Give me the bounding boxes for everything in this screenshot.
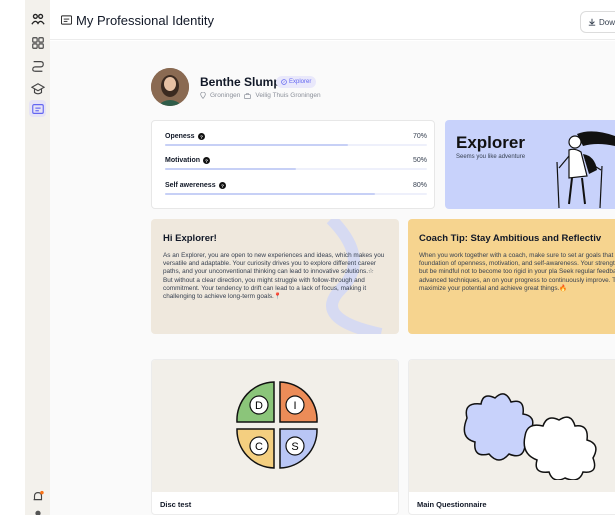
profile-location: Groningen [210, 92, 241, 99]
hi-title: Hi Explorer! [163, 233, 217, 244]
route-icon[interactable] [29, 57, 46, 74]
metric-value: 50% [412, 157, 427, 164]
questionnaire-illustration-area [409, 360, 615, 492]
metric-value: 70% [412, 133, 427, 140]
people-icon[interactable] [29, 10, 46, 27]
metrics-card: Openess ? 70% Motivation ? 50% Self awer… [151, 120, 435, 209]
sidebar-rail [25, 0, 50, 515]
hi-explorer-card: Hi Explorer! As an Explorer, you are ope… [151, 219, 399, 334]
explorer-illustration [556, 131, 615, 209]
metric-self-awereness: Self awereness ? 80% [165, 182, 427, 195]
compass-icon [281, 79, 287, 85]
coach-tip-card: Coach Tip: Stay Ambitious and Reflectiv … [408, 219, 615, 334]
disc-test-card[interactable]: D I C S Disc test [151, 359, 399, 515]
disc-illustration-area: D I C S [152, 360, 398, 492]
help-icon[interactable]: ? [203, 157, 210, 164]
metric-track [165, 193, 427, 195]
metric-openess: Openess ? 70% [165, 133, 427, 146]
metric-fill [165, 144, 349, 146]
puzzle-illustration [463, 393, 597, 480]
metric-track [165, 168, 427, 170]
svg-text:?: ? [200, 134, 203, 140]
disc-letter-s: S [291, 441, 298, 453]
help-icon[interactable]: ? [197, 133, 205, 140]
disc-letter-d: D [255, 400, 263, 412]
metric-label: Self awereness [165, 182, 216, 189]
svg-text:?: ? [205, 158, 208, 164]
disc-illustration: D I C S [236, 381, 318, 469]
profile-meta: Groningen Veilig Thuis Groningen [200, 92, 321, 99]
metric-label: Motivation [165, 157, 200, 164]
id-card-icon[interactable] [29, 100, 46, 117]
metric-label: Openess [165, 133, 195, 140]
grid-icon[interactable] [29, 34, 46, 51]
location-pin-icon [200, 92, 206, 99]
disc-letter-c: C [255, 441, 263, 453]
profile-organization: Veilig Thuis Groningen [255, 92, 321, 99]
disc-letter-i: I [293, 400, 296, 412]
metric-value: 80% [412, 182, 427, 189]
download-button[interactable]: Down [580, 11, 615, 33]
svg-text:?: ? [221, 183, 224, 189]
badge-label: Explorer [289, 79, 312, 85]
explorer-card: Explorer Seems you like adventure [445, 120, 615, 209]
page-title: My Professional Identity [76, 13, 215, 28]
graduation-cap-icon[interactable] [29, 80, 46, 97]
avatar [151, 68, 189, 106]
explorer-badge: Explorer [276, 76, 317, 88]
id-card-icon [61, 15, 72, 25]
hi-body: As an Explorer, you are open to new expe… [163, 252, 385, 300]
download-icon [588, 18, 596, 26]
notification-bell-icon[interactable] [29, 488, 46, 505]
profile-name: Benthe Slump [200, 75, 281, 89]
help-icon[interactable]: ? [218, 182, 226, 189]
metric-fill [165, 193, 375, 195]
explorer-subtitle: Seems you like adventure [456, 154, 526, 160]
main-questionnaire-title: Main Questionnaire [417, 500, 487, 509]
explorer-title: Explorer [456, 133, 525, 152]
download-label: Down [599, 17, 615, 27]
coach-title: Coach Tip: Stay Ambitious and Reflectiv [419, 233, 602, 244]
user-icon[interactable] [29, 506, 46, 515]
briefcase-icon [244, 92, 252, 99]
metric-fill [165, 168, 296, 170]
sidebar [0, 0, 50, 515]
metric-track [165, 144, 427, 146]
main-questionnaire-card[interactable]: Main Questionnaire [408, 359, 615, 515]
disc-test-title: Disc test [160, 500, 192, 509]
coach-body: When you work together with a coach, mak… [419, 252, 615, 292]
topbar: My Professional Identity Down [50, 0, 615, 40]
metric-motivation: Motivation ? 50% [165, 157, 427, 170]
